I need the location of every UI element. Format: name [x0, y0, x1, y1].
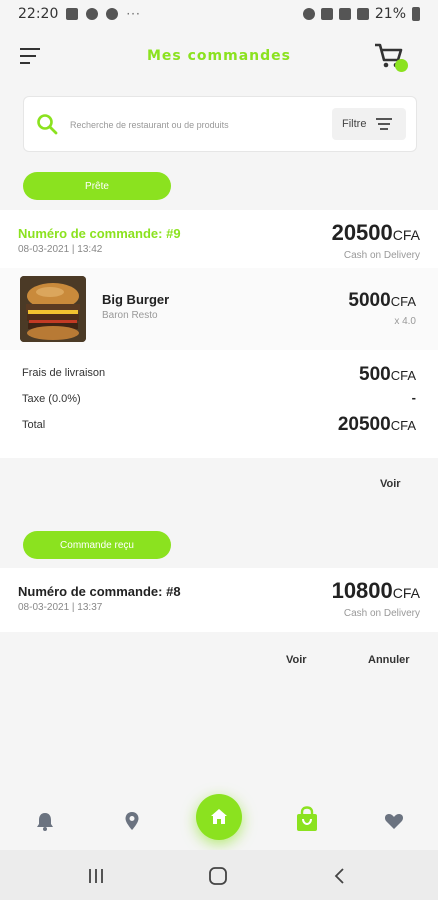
- status-badge: Prête: [23, 172, 171, 200]
- order-number: Numéro de commande: #9: [18, 226, 181, 241]
- search-icon: [37, 114, 58, 135]
- shopping-bag-icon[interactable]: [294, 806, 320, 832]
- back-icon[interactable]: [330, 866, 350, 886]
- item-price-currency: CFA: [390, 294, 416, 309]
- mute-icon: [320, 8, 333, 20]
- search-input[interactable]: [70, 115, 330, 135]
- tax-value: -: [411, 390, 416, 405]
- item-restaurant: Baron Resto: [102, 310, 158, 321]
- payment-method: Cash on Delivery: [343, 608, 420, 619]
- home-button[interactable]: [196, 794, 242, 840]
- order-date: 08-03-2021 | 13:37: [18, 602, 103, 613]
- delivery-fee-value: 500CFA: [359, 364, 416, 386]
- total-currency: CFA: [390, 418, 416, 433]
- view-order-button[interactable]: Voir: [286, 654, 307, 666]
- alarm-icon: [302, 8, 315, 20]
- signal-2-icon: [356, 8, 369, 20]
- filter-icon: [376, 118, 393, 130]
- total-value: 20500CFA: [338, 414, 416, 436]
- order-amount: 10800CFA: [332, 578, 420, 604]
- signal-icon: [338, 8, 351, 20]
- item-price-value: 5000: [348, 290, 391, 311]
- order-amount-currency: CFA: [392, 585, 420, 601]
- order-date: 08-03-2021 | 13:42: [18, 244, 103, 255]
- gallery-notification-icon: [66, 8, 79, 20]
- filter-label: Filtre: [342, 118, 367, 130]
- item-quantity: x 4.0: [394, 316, 416, 327]
- battery-level: 21%: [374, 6, 406, 22]
- order-summary: Frais de livraison 500CFA Taxe (0.0%) - …: [0, 350, 438, 458]
- burger-image: [20, 276, 86, 342]
- home-icon: [211, 809, 227, 824]
- cancel-order-button[interactable]: Annuler: [368, 654, 410, 666]
- battery-icon: [412, 7, 420, 21]
- total-amount: 20500: [337, 414, 391, 435]
- bottom-navigation: [0, 790, 438, 848]
- heart-icon[interactable]: [383, 810, 405, 832]
- message-notification-icon: [106, 8, 119, 20]
- status-time: 22:20: [18, 6, 59, 22]
- delivery-fee-currency: CFA: [390, 368, 416, 383]
- order-header[interactable]: Numéro de commande: #8 08-03-2021 | 13:3…: [0, 568, 438, 632]
- home-system-icon[interactable]: [208, 866, 228, 886]
- filter-button[interactable]: Filtre: [332, 108, 406, 140]
- tax-label: Taxe (0.0%): [22, 393, 81, 405]
- order-amount: 20500CFA: [332, 220, 420, 246]
- delivery-fee-label: Frais de livraison: [22, 367, 106, 379]
- payment-method: Cash on Delivery: [343, 250, 420, 261]
- app-header: Mes commandes: [0, 28, 438, 88]
- order-item-row[interactable]: Big Burger Baron Resto 5000CFA x 4.0: [0, 268, 438, 350]
- status-bar: 22:20 ··· 21%: [0, 0, 438, 28]
- total-label: Total: [22, 419, 46, 431]
- item-name: Big Burger: [102, 292, 170, 307]
- order-amount-value: 20500: [331, 220, 393, 245]
- order-header[interactable]: Numéro de commande: #9 08-03-2021 | 13:4…: [0, 210, 438, 268]
- location-pin-icon[interactable]: [121, 810, 143, 832]
- item-price: 5000CFA: [348, 290, 416, 312]
- order-amount-currency: CFA: [392, 227, 420, 243]
- more-notifications-icon: ···: [126, 7, 141, 21]
- system-navigation-bar: [0, 850, 438, 900]
- status-badge: Commande reçu: [23, 531, 171, 559]
- order-amount-value: 10800: [331, 578, 393, 603]
- page-title: Mes commandes: [147, 48, 291, 64]
- chat-notification-icon: [86, 8, 99, 20]
- view-order-button[interactable]: Voir: [380, 478, 401, 490]
- cart-badge: [395, 59, 408, 72]
- recent-apps-icon[interactable]: [86, 866, 106, 886]
- cart-button[interactable]: [374, 42, 408, 72]
- order-number: Numéro de commande: #8: [18, 584, 181, 599]
- bell-icon[interactable]: [34, 810, 56, 832]
- delivery-fee-amount: 500: [359, 364, 391, 385]
- search-bar: Filtre: [23, 96, 417, 152]
